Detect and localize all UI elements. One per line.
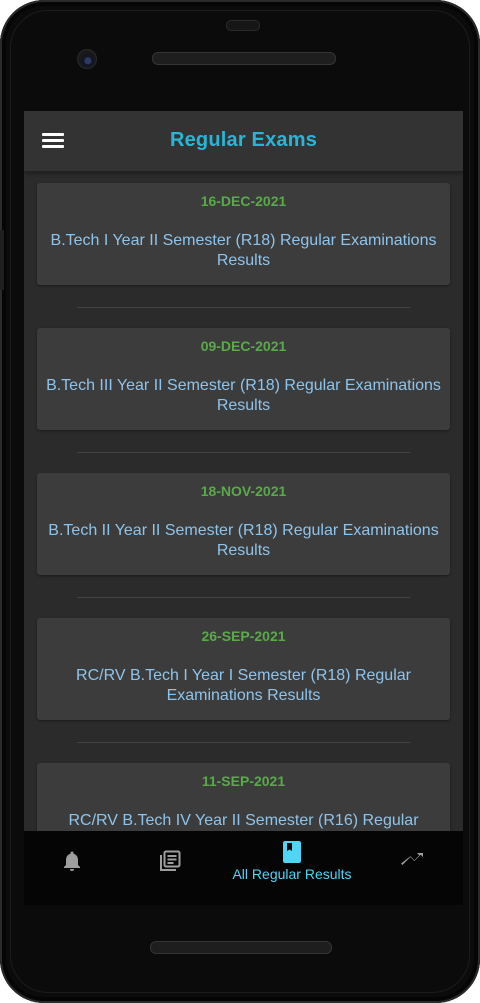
trending-up-icon xyxy=(401,853,423,865)
card-divider xyxy=(77,307,410,308)
result-title: B.Tech I Year II Semester (R18) Regular … xyxy=(50,232,437,269)
book-icon xyxy=(283,841,301,863)
phone-top-slot xyxy=(226,20,260,31)
result-date: 18-NOV-2021 xyxy=(200,483,287,499)
app-screen: Regular Exams 16-DEC-2021 B.Tech I Year … xyxy=(24,111,463,905)
card-divider xyxy=(77,597,410,598)
result-title: RC/RV B.Tech IV Year II Semester (R16) R… xyxy=(68,812,419,829)
app-bar: Regular Exams xyxy=(24,111,463,171)
nav-item-notifications[interactable] xyxy=(24,831,120,905)
result-card[interactable]: 26-SEP-2021 RC/RV B.Tech I Year I Semest… xyxy=(37,618,450,720)
result-card[interactable]: 11-SEP-2021 RC/RV B.Tech IV Year II Seme… xyxy=(37,763,450,831)
card-divider xyxy=(77,742,410,743)
library-books-icon xyxy=(160,850,181,871)
phone-bottom-speaker xyxy=(150,941,332,954)
nav-label-all-regular-results: All Regular Results xyxy=(232,866,352,882)
phone-side-button xyxy=(0,230,4,290)
front-camera xyxy=(77,49,97,69)
result-date: 16-DEC-2021 xyxy=(200,193,287,209)
phone-frame: Regular Exams 16-DEC-2021 B.Tech I Year … xyxy=(0,0,480,1003)
phone-top-speaker xyxy=(152,52,336,65)
result-date: 09-DEC-2021 xyxy=(200,338,287,354)
result-title: B.Tech II Year II Semester (R18) Regular… xyxy=(48,522,439,559)
result-title: RC/RV B.Tech I Year I Semester (R18) Reg… xyxy=(76,667,411,704)
nav-item-trending[interactable] xyxy=(368,831,463,905)
result-date: 26-SEP-2021 xyxy=(201,628,286,644)
result-card[interactable]: 09-DEC-2021 B.Tech III Year II Semester … xyxy=(37,328,450,430)
result-card[interactable]: 16-DEC-2021 B.Tech I Year II Semester (R… xyxy=(37,183,450,285)
page-title: Regular Exams xyxy=(169,129,318,151)
nav-item-library[interactable] xyxy=(120,831,216,905)
card-divider xyxy=(77,452,410,453)
bottom-navigation: All Regular Results xyxy=(24,831,463,905)
result-date: 11-SEP-2021 xyxy=(201,773,286,789)
result-title: B.Tech III Year II Semester (R18) Regula… xyxy=(46,377,441,414)
nav-item-all-regular-results[interactable]: All Regular Results xyxy=(216,831,368,905)
results-list[interactable]: 16-DEC-2021 B.Tech I Year II Semester (R… xyxy=(24,171,463,831)
bell-icon xyxy=(64,851,80,871)
result-card[interactable]: 18-NOV-2021 B.Tech II Year II Semester (… xyxy=(37,473,450,575)
